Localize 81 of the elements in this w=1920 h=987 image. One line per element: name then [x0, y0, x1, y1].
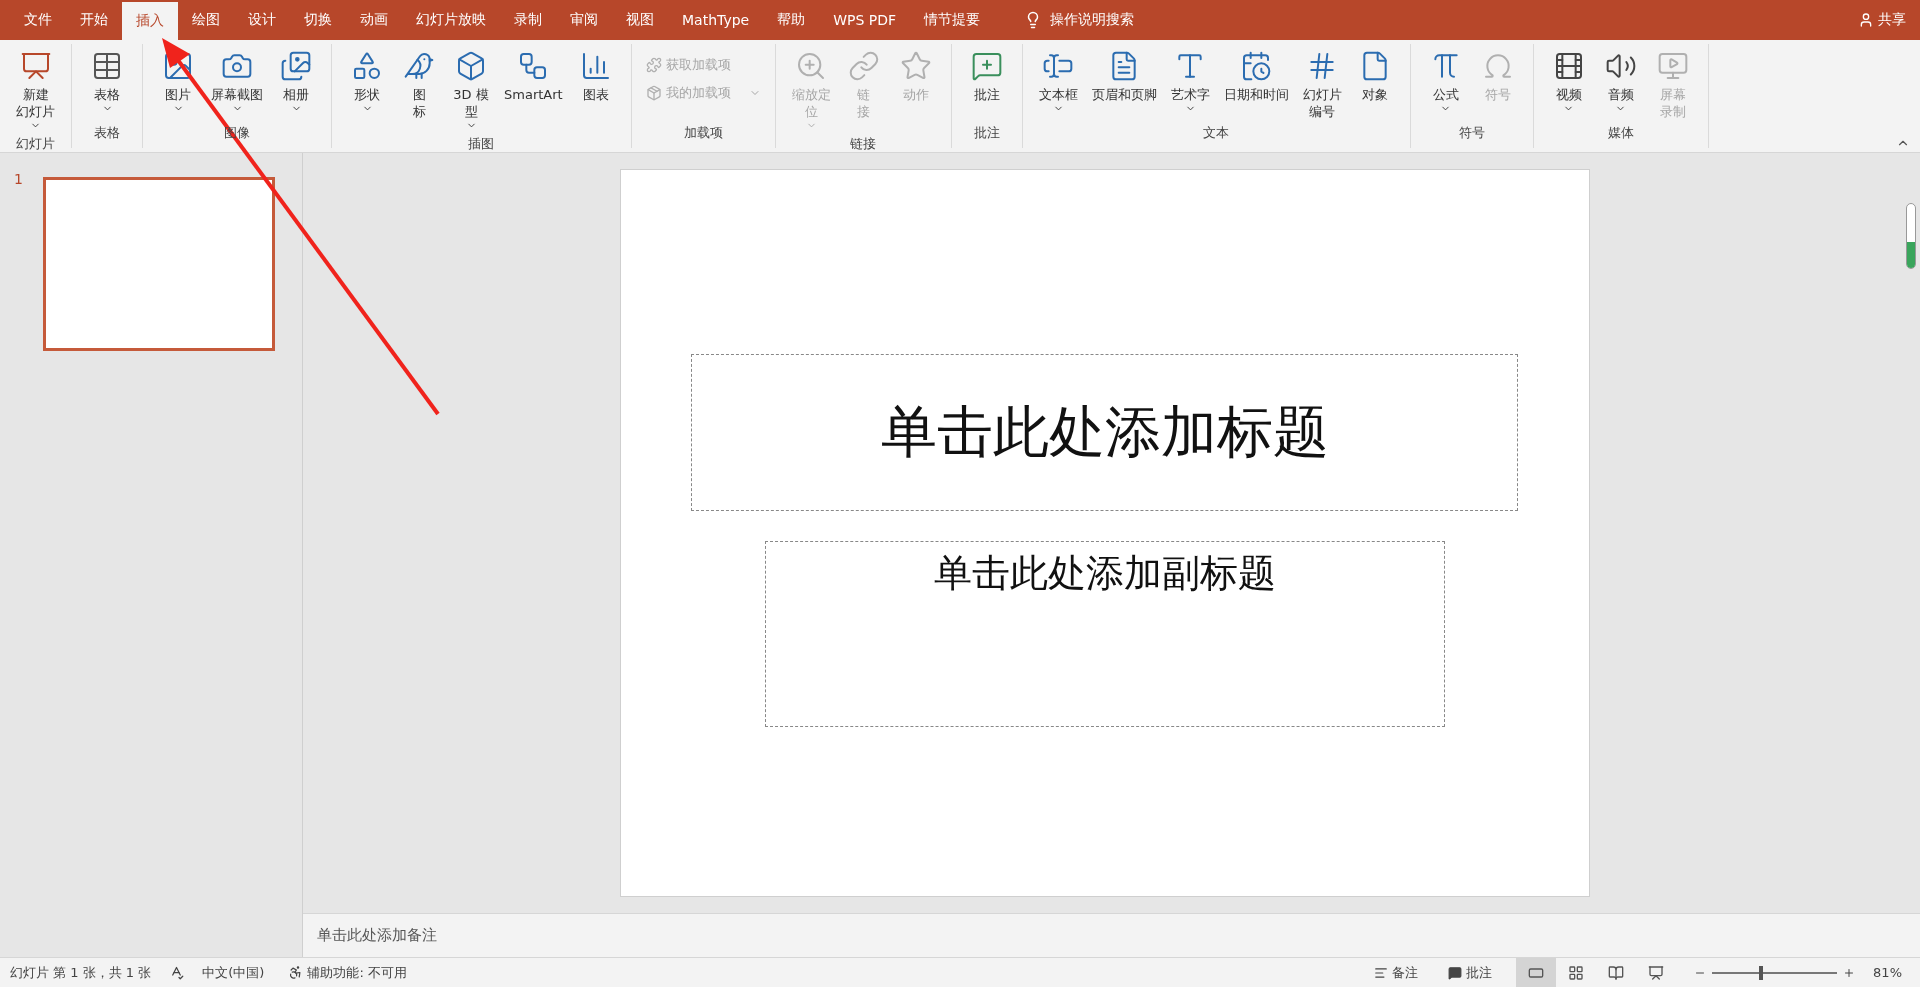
ribbon-button[interactable]: 幻灯片 编号 — [1296, 48, 1348, 122]
ribbon-tab[interactable]: 切换 — [290, 0, 346, 40]
language-label[interactable]: 中文(中国) — [202, 963, 265, 982]
ribbon-tab[interactable]: 插入 — [122, 2, 178, 40]
ribbon-tab[interactable]: MathType — [668, 0, 764, 40]
ribbon-tab[interactable]: 视图 — [612, 0, 668, 40]
ribbon-tab[interactable]: WPS PDF — [819, 0, 911, 40]
slide-number: 1 — [14, 171, 23, 187]
subtitle-placeholder[interactable]: 单击此处添加副标题 — [764, 541, 1445, 727]
ribbon-tab[interactable]: 动画 — [346, 0, 402, 40]
zoom-percent[interactable]: 81% — [1873, 965, 1902, 980]
ribbon-button[interactable]: 表格 — [82, 48, 132, 122]
ribbon-tab[interactable]: 情节提要 — [910, 0, 995, 40]
group-label: 媒体 — [1606, 124, 1635, 142]
accessibility-button[interactable]: 辅助功能: 不可用 — [282, 963, 413, 982]
table-icon — [91, 50, 123, 82]
reading-view-icon — [1608, 964, 1625, 981]
ribbon-button[interactable]: 批注 — [961, 48, 1012, 122]
bird-icon — [403, 50, 435, 82]
ribbon-button[interactable]: 图表 — [570, 48, 621, 133]
package-icon — [645, 85, 662, 101]
comment-plus-icon — [970, 50, 1003, 82]
ribbon-button[interactable]: 视频 — [1543, 48, 1594, 122]
ribbon-tab[interactable]: 录制 — [500, 0, 556, 40]
ribbon-button[interactable]: 形状 — [342, 48, 392, 133]
group-label: 批注 — [972, 124, 1001, 142]
group-label: 链接 — [849, 135, 878, 153]
cube-icon — [455, 50, 487, 82]
slideshow-icon — [1648, 964, 1665, 981]
slide-thumbnail[interactable] — [42, 177, 275, 351]
notes-field[interactable]: 单击此处添加备注 — [303, 913, 1920, 957]
puzzle-icon — [645, 57, 662, 73]
ribbon-button[interactable]: 新建 幻灯片 — [10, 48, 61, 133]
ribbon-button[interactable]: 对象 — [1349, 48, 1400, 122]
ribbon-tab[interactable]: 幻灯片放映 — [402, 0, 500, 40]
ribbon-tab[interactable]: 帮助 — [763, 0, 820, 40]
slide-icon — [19, 50, 52, 82]
ribbon-button[interactable]: 页眉和页脚 — [1085, 48, 1163, 122]
screen-record-icon — [1656, 50, 1689, 82]
scrollbar[interactable] — [1906, 203, 1916, 269]
group-label: 插图 — [467, 135, 496, 153]
user-icon — [1858, 12, 1874, 28]
ribbon-tab[interactable]: 文件 — [10, 0, 66, 40]
ribbon-tab[interactable]: 审阅 — [556, 0, 612, 40]
notes-icon — [1374, 965, 1389, 980]
share-button[interactable]: 共享 — [1844, 0, 1920, 40]
group-label: 表格 — [93, 124, 121, 142]
shapes-icon — [351, 50, 383, 82]
group-label: 符号 — [1457, 124, 1486, 142]
notes-button[interactable]: 备注 — [1368, 963, 1425, 982]
ribbon-tab[interactable]: 绘图 — [178, 0, 234, 40]
comment-icon — [1448, 965, 1463, 980]
ribbon-button[interactable]: 图 标 — [394, 48, 444, 133]
zoom-in-icon[interactable] — [1843, 966, 1856, 979]
ribbon-button[interactable]: 相册 — [271, 48, 321, 122]
images-icon — [280, 50, 312, 82]
group-label: 文本 — [1202, 124, 1231, 142]
accessibility-icon — [288, 965, 304, 980]
ribbon-button[interactable]: 艺术字 — [1164, 48, 1216, 122]
grid-view-icon — [1568, 964, 1585, 981]
ribbon-button[interactable]: 文本框 — [1032, 48, 1084, 122]
group-label: 加载项 — [682, 124, 724, 142]
view-button[interactable] — [1516, 958, 1557, 987]
ribbon-button[interactable]: 公式 — [1420, 48, 1471, 122]
ribbon-button[interactable]: 音频 — [1595, 48, 1646, 122]
ribbon-button[interactable]: 日期和时间 — [1217, 48, 1295, 122]
zoom-thumb[interactable] — [1758, 965, 1763, 980]
ribbon-button[interactable]: SmartArt — [498, 48, 569, 133]
comments-button[interactable]: 批注 — [1442, 963, 1499, 982]
spellcheck-icon[interactable] — [169, 965, 185, 980]
ribbon-tab[interactable]: 设计 — [234, 0, 290, 40]
ribbon-button[interactable]: 屏幕截图 — [205, 48, 269, 122]
tell-me-search[interactable]: 操作说明搜索 — [1016, 0, 1143, 40]
group-label: 幻灯片 — [15, 135, 56, 153]
link-icon — [847, 50, 880, 82]
ribbon-tab[interactable]: 开始 — [66, 0, 122, 40]
ribbon-button[interactable]: 3D 模 型 — [446, 48, 496, 133]
slide-info: 幻灯片 第 1 张，共 1 张 — [10, 963, 152, 982]
title-placeholder[interactable]: 单击此处添加标题 — [691, 354, 1518, 511]
calendar-clock-icon — [1240, 50, 1273, 82]
star-icon — [899, 50, 932, 82]
